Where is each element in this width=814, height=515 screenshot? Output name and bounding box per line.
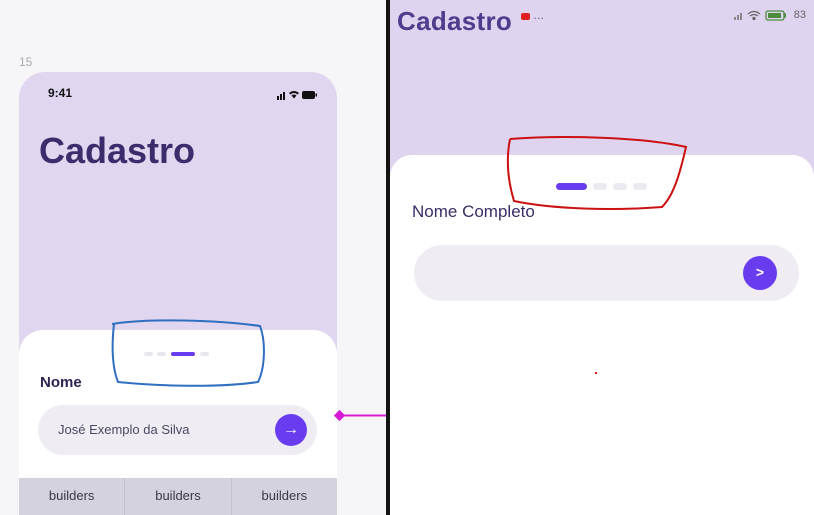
status-icons: 83 xyxy=(733,9,806,21)
status-time: 9:41 xyxy=(48,86,73,100)
red-annotation-scribble xyxy=(506,136,688,210)
status-more: … xyxy=(533,10,545,22)
blue-annotation-scribble xyxy=(111,319,265,387)
battery-percent: 83 xyxy=(793,9,806,21)
device-screenshot: Cadastro … 83 Nome Completo > xyxy=(390,0,814,515)
status-notifications: … xyxy=(423,10,544,22)
signal-icon xyxy=(733,13,742,20)
name-input-value: José Exemplo da Silva xyxy=(58,422,190,437)
status-icons xyxy=(277,87,317,105)
builders-tab[interactable]: builders xyxy=(19,478,124,515)
battery-icon xyxy=(302,91,317,99)
builders-tab[interactable]: builders xyxy=(230,478,337,515)
page-title: Cadastro xyxy=(39,130,196,171)
field-label: Nome xyxy=(40,374,82,391)
next-button[interactable]: → xyxy=(275,414,307,446)
input-cursor-mark xyxy=(595,372,597,374)
youtube-icon xyxy=(521,12,530,20)
battery-icon xyxy=(765,10,786,21)
phone-mockup: 9:41 Cadastro Nome José Exemplo da Silva… xyxy=(19,72,337,515)
name-input[interactable]: José Exemplo da Silva → xyxy=(38,405,317,455)
builders-tab[interactable]: builders xyxy=(124,478,230,515)
builders-bar: builders builders builders xyxy=(19,478,337,515)
prototype-connector xyxy=(334,410,390,422)
wifi-icon xyxy=(747,10,761,21)
frame-number: 15 xyxy=(19,55,33,69)
wifi-icon xyxy=(289,91,299,99)
signal-icon xyxy=(277,92,285,100)
next-button[interactable]: > xyxy=(743,256,777,290)
full-name-input[interactable]: > xyxy=(414,245,799,374)
